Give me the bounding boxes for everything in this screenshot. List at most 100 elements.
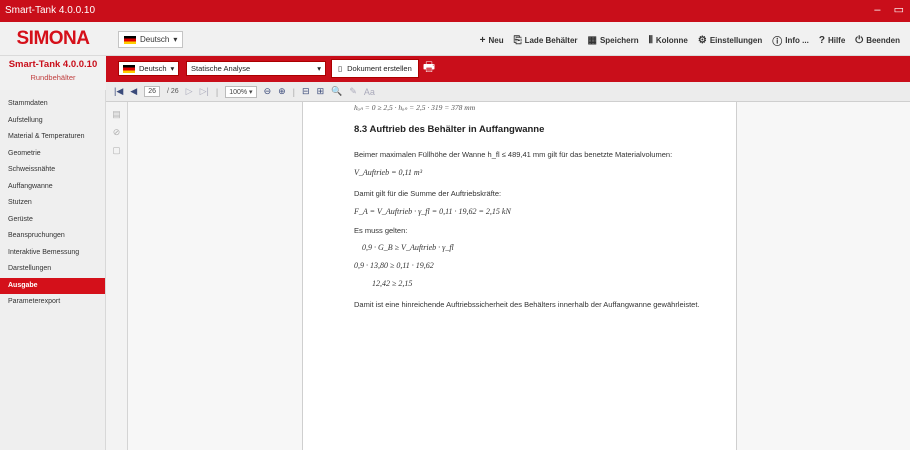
sidebar-item[interactable]: Interaktive Bemessung bbox=[0, 245, 105, 262]
report-type-select[interactable]: Statische Analyse ▾ bbox=[186, 61, 326, 76]
app-subtitle: Rundbehälter bbox=[30, 73, 76, 82]
page-number-input[interactable]: 26 bbox=[144, 86, 160, 97]
fit-page-icon[interactable]: ⊞ bbox=[317, 86, 325, 97]
fit-width-icon[interactable]: ⊟ bbox=[302, 86, 310, 97]
app-name: Smart-Tank 4.0.0.10 bbox=[8, 59, 98, 70]
doc-formula: V_Auftrieb = 0,11 m³ bbox=[354, 168, 423, 177]
doc-paragraph: Damit gilt für die Summe der Auftriebskr… bbox=[354, 189, 502, 198]
toolbar-action-label: Info ... bbox=[785, 35, 809, 45]
beenden-button[interactable]: ⏻ Beenden bbox=[855, 35, 900, 46]
help-icon: ? bbox=[818, 34, 825, 46]
doc-formula: 12,42 ≥ 2,15 bbox=[372, 279, 413, 288]
toolbar-divider: | bbox=[215, 86, 219, 97]
sidebar-item[interactable]: Darstellungen bbox=[0, 261, 105, 278]
neu-button[interactable]: + Neu bbox=[480, 35, 504, 46]
plus-icon: + bbox=[479, 34, 486, 46]
info-icon: ⓘ bbox=[772, 36, 783, 48]
german-flag-icon bbox=[124, 35, 136, 44]
last-page-icon[interactable]: ▷| bbox=[200, 86, 209, 97]
window-controls: – ▭ bbox=[864, 3, 904, 16]
german-flag-icon bbox=[123, 64, 135, 73]
create-document-label: Dokument erstellen bbox=[347, 64, 412, 73]
info-button[interactable]: ⓘ Info ... bbox=[772, 33, 809, 48]
toolbar-action-label: Beenden bbox=[866, 35, 900, 45]
toolbar-action-label: Lade Behälter bbox=[524, 35, 578, 45]
doc-paragraph: Beimer maximalen Füllhöhe der Wanne h_fl… bbox=[354, 150, 673, 159]
create-document-button[interactable]: ▯ Dokument erstellen bbox=[331, 59, 419, 78]
zoom-in-icon[interactable]: ⊕ bbox=[278, 86, 286, 97]
text-size-icon[interactable]: Aa bbox=[364, 87, 375, 97]
hilfe-button[interactable]: ? Hilfe bbox=[819, 35, 845, 46]
document-icon: ▯ bbox=[338, 64, 343, 73]
attachments-icon[interactable]: ⊘ bbox=[106, 127, 127, 138]
toolbar-action-label: Einstellungen bbox=[709, 35, 763, 45]
report-type-value: Statische Analyse bbox=[191, 64, 251, 73]
next-page-icon[interactable]: ▷ bbox=[186, 86, 193, 97]
sidebar-item[interactable]: Parameterexport bbox=[0, 294, 105, 311]
doc-paragraph: Es muss gelten: bbox=[354, 226, 408, 235]
bookmarks-icon[interactable]: ▢ bbox=[106, 145, 127, 156]
thumbnail-strip: ▤ ⊘ ▢ bbox=[106, 102, 128, 450]
sidebar-item[interactable]: Auffangwanne bbox=[0, 179, 105, 196]
sidebar-item[interactable]: Gerüste bbox=[0, 212, 105, 229]
highlight-icon[interactable]: ✎ bbox=[349, 86, 357, 97]
sidebar-item[interactable]: Stammdaten bbox=[0, 96, 105, 113]
load-icon: ⎘ bbox=[513, 34, 522, 46]
sidebar-item[interactable]: Ausgabe bbox=[0, 277, 105, 294]
window-titlebar: Smart-Tank 4.0.0.10 – ▭ bbox=[0, 0, 910, 22]
chevron-down-icon: ▾ bbox=[170, 64, 175, 73]
chevron-down-icon: ▾ bbox=[317, 64, 321, 73]
toolbar-action-label: Speichern bbox=[599, 35, 639, 45]
toolbar-divider: | bbox=[292, 86, 296, 97]
simona-logo: SIMONA bbox=[16, 28, 91, 49]
app-header: Smart-Tank 4.0.0.10 Rundbehälter bbox=[0, 56, 106, 90]
sidebar-item[interactable]: Stutzen bbox=[0, 195, 105, 212]
column-icon: ⫴ bbox=[648, 34, 653, 46]
report-language-value: Deutsch bbox=[139, 64, 167, 73]
doc-paragraph: Damit ist eine hinreichende Auftriebssic… bbox=[354, 300, 700, 309]
sidebar-item[interactable]: Schweissnähte bbox=[0, 162, 105, 179]
maximize-button[interactable]: ▭ bbox=[894, 4, 904, 16]
viewer-background-right bbox=[736, 102, 910, 450]
doc-formula: F_A = V_Auftrieb · γ_fl = 0,11 · 19,62 =… bbox=[354, 207, 511, 216]
doc-formula: 0,9 · 13,80 ≥ 0,11 · 19,62 bbox=[354, 261, 434, 270]
minimize-button[interactable]: – bbox=[874, 4, 880, 16]
zoom-select[interactable]: 100% ▾ bbox=[225, 85, 257, 98]
einstellungen-button[interactable]: ⚙ Einstellungen bbox=[698, 35, 762, 46]
gear-icon: ⚙ bbox=[697, 34, 707, 46]
sidebar-item[interactable]: Material & Temperaturen bbox=[0, 129, 105, 146]
sidebar-item[interactable]: Geometrie bbox=[0, 146, 105, 163]
doc-formula: 0,9 · G_B ≥ V_Auftrieb · γ_fl bbox=[362, 243, 454, 252]
viewer-background-left bbox=[128, 102, 303, 450]
language-select[interactable]: Deutsch ▾ bbox=[118, 31, 184, 48]
printer-icon: 🖶 bbox=[422, 59, 436, 74]
print-button[interactable]: 🖶 bbox=[418, 58, 440, 78]
lade-behälter-button[interactable]: ⎘ Lade Behälter bbox=[514, 35, 578, 46]
report-language-select[interactable]: Deutsch ▾ bbox=[118, 61, 180, 76]
speichern-button[interactable]: ▦ Speichern bbox=[588, 35, 639, 46]
page-total: / 26 bbox=[166, 88, 179, 95]
search-icon[interactable]: 🔍 bbox=[331, 86, 342, 97]
kolonne-button[interactable]: ⫴ Kolonne bbox=[649, 35, 688, 46]
zoom-value: 100% bbox=[229, 88, 248, 96]
chevron-down-icon: ▾ bbox=[173, 35, 178, 44]
doc-section-heading: 8.3 Auftrieb des Behälter in Auffangwann… bbox=[354, 124, 545, 135]
pdf-toolbar: |◀ ◀ 26 / 26 ▷ ▷| | 100% ▾ ⊖ ⊕ | ⊟ ⊞ 🔍 ✎… bbox=[106, 82, 910, 102]
toolbar-actions: + Neu ⎘ Lade Behälter ▦ Speichern ⫴ Kolonne ⚙ Ein… bbox=[480, 31, 910, 49]
window-title: Smart-Tank 4.0.0.10 bbox=[5, 5, 96, 16]
sidebar-item[interactable]: Beanspruchungen bbox=[0, 228, 105, 245]
toolbar-action-label: Neu bbox=[488, 35, 504, 45]
first-page-icon[interactable]: |◀ bbox=[114, 86, 123, 97]
sidebar-item[interactable]: Aufstellung bbox=[0, 113, 105, 130]
previous-page-icon[interactable]: ◀ bbox=[130, 86, 137, 97]
toolbar-action-label: Hilfe bbox=[827, 35, 846, 45]
save-icon: ▦ bbox=[587, 34, 597, 46]
sidebar: Stammdaten Aufstellung Material & Temperat… bbox=[0, 90, 106, 450]
language-select-value: Deutsch bbox=[140, 35, 170, 44]
doc-prev-formula: hₐₙ = 0 ≥ 2,5 · hₐₙ = 2,5 · 319 = 378 mm bbox=[354, 103, 476, 112]
sidebar-nav: Stammdaten Aufstellung Material & Temperat… bbox=[0, 96, 105, 311]
toolbar-action-label: Kolonne bbox=[655, 35, 688, 45]
power-icon: ⏻ bbox=[855, 34, 864, 46]
zoom-out-icon[interactable]: ⊖ bbox=[264, 86, 272, 97]
thumbnails-icon[interactable]: ▤ bbox=[106, 109, 127, 120]
